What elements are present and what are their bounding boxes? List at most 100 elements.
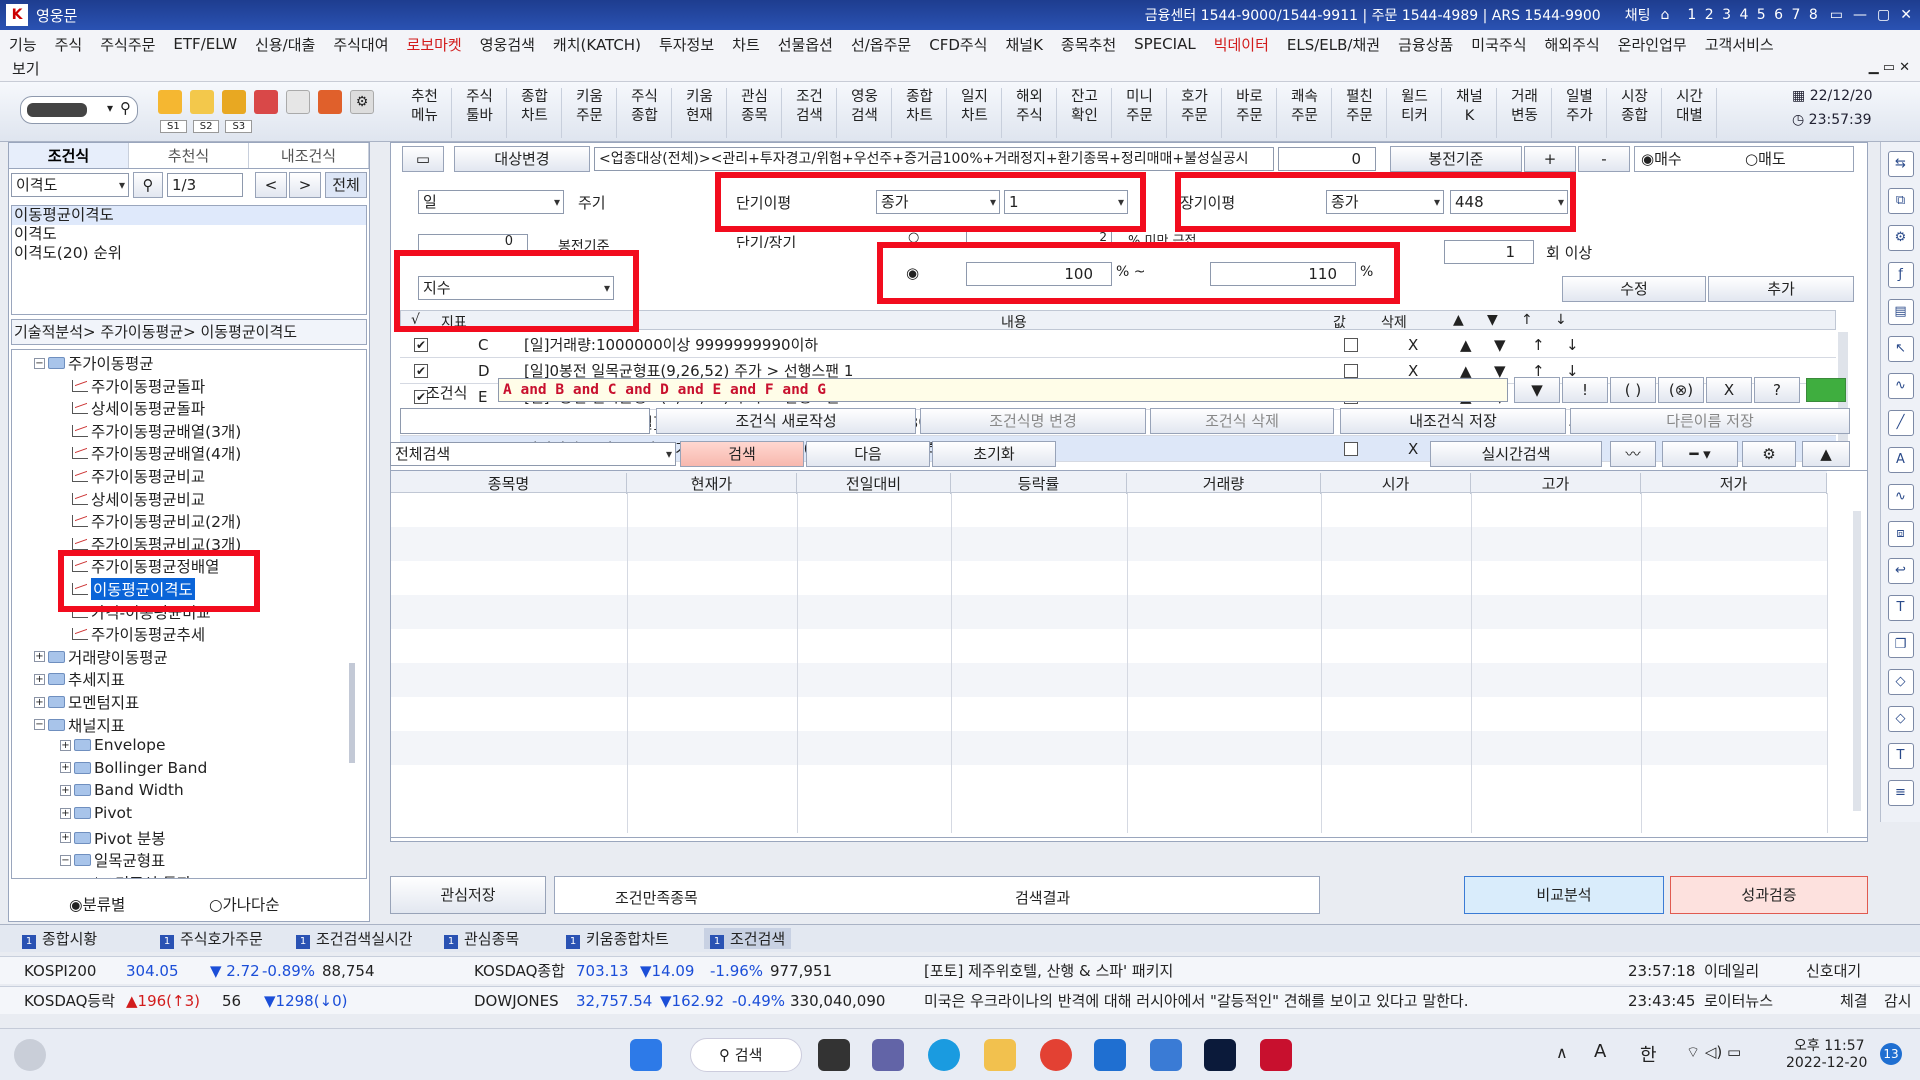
menu-item[interactable]: 차트 — [723, 34, 769, 55]
toolbar-button[interactable]: 종합 차트 — [893, 88, 947, 138]
eraser-icon[interactable]: ◇ — [1887, 669, 1914, 695]
toolbar-button[interactable]: 일별 주가 — [1553, 88, 1607, 138]
radio-buy[interactable]: ◉매수 — [1641, 147, 1682, 171]
tab-matched-stocks[interactable]: 조건만족종목 — [615, 887, 698, 908]
tab-condition[interactable]: 추천식 — [129, 143, 249, 168]
next-page-button[interactable]: > — [289, 172, 321, 198]
camera-icon[interactable] — [254, 90, 278, 114]
toolbar-button[interactable]: 시장 종합 — [1608, 88, 1662, 138]
toolbar-button[interactable]: 키움 현재 — [673, 88, 727, 138]
start-icon[interactable] — [630, 1039, 662, 1071]
tree-node[interactable]: 상세이동평균돌파 — [60, 397, 205, 419]
layout-select[interactable]: ━ ▾ — [1662, 441, 1738, 467]
search-icon[interactable]: ⚲ — [133, 172, 163, 198]
formula-op-button[interactable]: ( ) — [1610, 377, 1656, 403]
delete-button[interactable]: X — [1408, 440, 1418, 458]
undo-icon[interactable]: ↩ — [1887, 558, 1914, 584]
chart-view-icon[interactable]: 〰 — [1610, 441, 1656, 467]
cursor-icon[interactable]: ↖ — [1887, 336, 1914, 362]
menu-item[interactable]: 금융상품 — [1389, 34, 1462, 55]
expand-icon[interactable]: − — [34, 357, 45, 369]
menu-item[interactable]: 로보마켓 — [398, 34, 471, 55]
menu-item[interactable]: ETF/ELW — [164, 35, 246, 53]
long-ma-period-select[interactable]: 448 — [1450, 190, 1568, 214]
window-controls-icon[interactable]: ▁ ▭ ✕ — [1869, 60, 1910, 75]
realtime-search-button[interactable]: 실시간검색 — [1430, 441, 1602, 467]
toolbar-button[interactable]: 거래 변동 — [1498, 88, 1552, 138]
modify-button[interactable]: 수정 — [1562, 276, 1706, 302]
expand-icon[interactable]: + — [34, 651, 45, 663]
menu-item[interactable]: 신용/대출 — [246, 34, 324, 55]
tree-node[interactable]: 주가이동평균정배열 — [60, 555, 219, 577]
row-checkbox[interactable]: ✔ — [414, 337, 428, 352]
window-tab[interactable]: 1 주식호가주문 — [160, 928, 263, 949]
tree-node[interactable]: 기준선 돌파 — [84, 872, 191, 878]
tree-node[interactable]: + 거래량이동평균 — [34, 646, 168, 668]
toolbar-button[interactable]: 추천 메뉴 — [398, 88, 452, 138]
row-checkbox[interactable]: ✔ — [414, 363, 428, 378]
tree-node[interactable]: − 일목균형표 — [60, 849, 165, 871]
tree-node[interactable]: 주가이동평균배열(4개) — [60, 442, 241, 464]
menu-item[interactable]: 미국주식 — [1462, 34, 1535, 55]
window-tab[interactable]: 1 종합시황 — [22, 928, 97, 949]
ime-mode[interactable]: A — [1594, 1041, 1606, 1062]
chrome-icon[interactable] — [1040, 1039, 1072, 1071]
list-icon[interactable]: ≡ — [1887, 780, 1914, 806]
condition-action-button[interactable]: 다른이름 저장 — [1570, 408, 1850, 434]
candle-icon[interactable]: ⧈ — [1887, 521, 1914, 547]
tab-search-result[interactable]: 검색결과 — [1015, 887, 1070, 908]
save-watchlist-button[interactable]: 관심저장 — [390, 876, 546, 914]
toolbar-button[interactable]: 바로 주문 — [1223, 88, 1277, 138]
result-list-item[interactable]: 이동평균이격도 — [12, 206, 366, 225]
formula-input[interactable]: A and B and C and D and E and F and G — [498, 378, 1508, 402]
toolbar-button[interactable]: 해외 주식 — [1003, 88, 1057, 138]
toolbar-button[interactable]: 펼친 주문 — [1333, 88, 1387, 138]
menu-item[interactable]: 영웅검색 — [471, 34, 544, 55]
task-view-icon[interactable] — [818, 1039, 850, 1071]
move-down-button[interactable]: ▼ — [1494, 362, 1506, 380]
condition-action-button[interactable]: 내조건식 저장 — [1340, 408, 1566, 434]
taskbar-search[interactable]: ⚲ 검색 — [690, 1038, 802, 1072]
toolbar-button[interactable]: 주식 툴바 — [453, 88, 507, 138]
short-ma-period-select[interactable]: 1 — [1004, 190, 1128, 214]
expand-icon[interactable]: + — [60, 832, 71, 844]
prev-page-button[interactable]: < — [255, 172, 287, 198]
refresh-icon[interactable]: ⇆ — [1887, 151, 1914, 177]
minimize-icon[interactable]: — — [1853, 7, 1867, 23]
chat-app-icon[interactable] — [872, 1039, 904, 1071]
tree-node[interactable]: − 주가이동평균 — [34, 352, 154, 374]
auto-icon[interactable]: A — [1887, 447, 1914, 473]
condition-action-button[interactable]: 조건식 삭제 — [1150, 408, 1334, 434]
tree-node[interactable]: 주가이동평균비교(3개) — [60, 533, 241, 555]
expand-icon[interactable]: + — [60, 807, 71, 819]
short-ma-type-select[interactable]: 종가 — [876, 190, 1000, 214]
wave-icon[interactable]: ∿ — [1887, 484, 1914, 510]
condition-action-button[interactable]: 조건식명 변경 — [920, 408, 1146, 434]
toolbar-button[interactable]: 시간 대별 — [1663, 88, 1717, 138]
toolbar-button[interactable]: 관심 종목 — [728, 88, 782, 138]
index-select[interactable]: 지수 — [418, 276, 614, 300]
notification-badge[interactable]: 13 — [1880, 1043, 1902, 1065]
formula-op-button[interactable]: ? — [1754, 377, 1800, 403]
excel-export-icon[interactable] — [1806, 378, 1846, 402]
tab-condition[interactable]: 내조건식 — [249, 143, 369, 168]
expand-icon[interactable]: + — [60, 739, 71, 751]
news-headline[interactable]: [포토] 제주위호텔, 산행 & 스파' 패키지 — [924, 960, 1173, 981]
menu-item[interactable]: 종목추천 — [1052, 34, 1125, 55]
tree-node[interactable]: 주가이동평균비교(2개) — [60, 510, 241, 532]
tree-node[interactable]: 주가이동평균돌파 — [60, 375, 205, 397]
expand-icon[interactable]: + — [34, 673, 45, 685]
news-headline-2[interactable]: 미국은 우크라이나의 반격에 대해 러시아에서 "갈등적인" 견해를 보이고 있… — [924, 990, 1468, 1011]
search-button[interactable]: 검색 — [680, 441, 804, 467]
folder-tool-icon[interactable] — [158, 90, 182, 114]
tree-node[interactable]: + 모멘텀지표 — [34, 691, 139, 713]
add-button[interactable]: 추가 — [1708, 276, 1854, 302]
condition-name-input[interactable] — [400, 408, 650, 434]
value-checkbox[interactable] — [1344, 441, 1358, 456]
mail-icon[interactable] — [1094, 1039, 1126, 1071]
toolbar-button[interactable]: 쾌속 주문 — [1278, 88, 1332, 138]
candle-offset-input[interactable]: 0 — [418, 234, 528, 252]
window-tab[interactable]: 1 조건검색실시간 — [296, 928, 413, 949]
menu-item[interactable]: 주식 — [46, 34, 92, 55]
collapse-icon[interactable]: ▲ — [1802, 441, 1850, 467]
